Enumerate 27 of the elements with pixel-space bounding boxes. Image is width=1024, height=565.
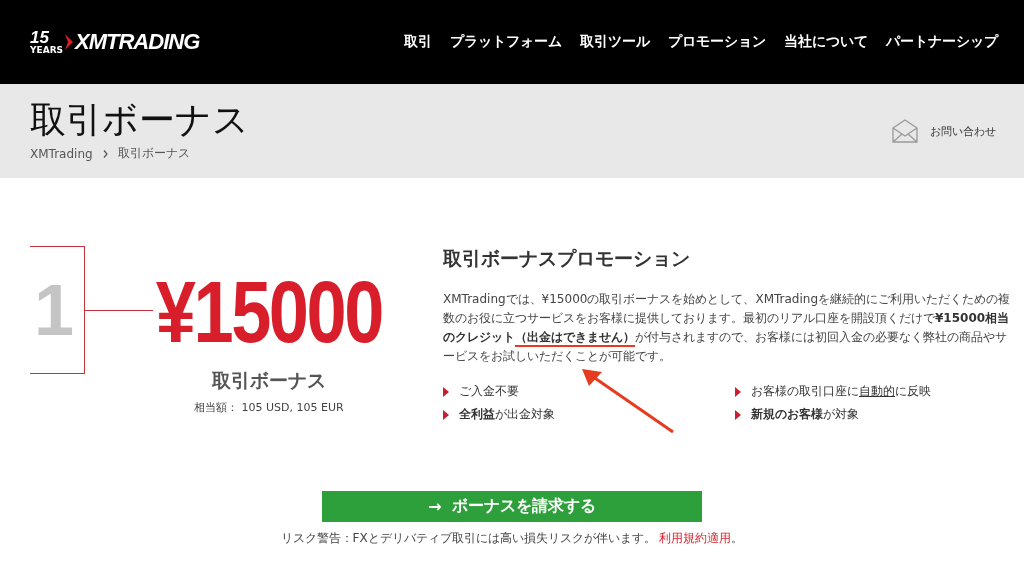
breadcrumb-link[interactable]: 取引ボーナス (117, 145, 190, 163)
nav-link[interactable]: パートナーシップ (886, 33, 998, 51)
promotion-title: 取引ボーナスプロモーション (443, 246, 691, 271)
step-number: 1 (34, 269, 75, 351)
feature-text: 全利益が出金対象 (459, 407, 555, 422)
promotion-description: XMTradingでは、¥15000の取引ボーナスを始めとして、XMTradingを継続的にご利用いただくための複数のお役に立つサービスをお客様に提供しております。最初のリアル口座を開設頂くだけで¥15000相当のクレジット（出金はできません）が付与されますので、お客様には初回入金の必要なく弊社の商品やサービスをお試しいただくことが可能です。 (443, 291, 1011, 365)
nav-link[interactable]: 取引ツール (580, 33, 650, 51)
bonus-label: 取引ボーナス (211, 368, 326, 393)
bonus-amount: ¥15000 (155, 268, 382, 356)
nav-link[interactable]: 取引 (404, 33, 432, 51)
logo-years-number: 15 (30, 29, 49, 46)
feature-link[interactable]: 自動的 (859, 384, 895, 398)
nav-link[interactable]: 当社について (784, 33, 868, 51)
feature-text: ご入金不要 (459, 384, 519, 399)
terms-link[interactable]: 利用規約適用 (659, 531, 732, 545)
contact-link[interactable]: お問い合わせ (892, 119, 996, 143)
page-title: 取引ボーナス (30, 99, 249, 140)
feature-text: 新規のお客様が対象 (751, 407, 859, 422)
breadcrumb-link[interactable]: XMTrading (30, 146, 93, 161)
logo-years-label: YEARS (30, 46, 64, 55)
risk-warning-end: 。 (731, 531, 744, 545)
nav-link[interactable]: プラットフォーム (450, 33, 562, 51)
nav-link[interactable]: プロモーション (668, 33, 766, 51)
logo-wordmark: XMTRADING (75, 29, 200, 55)
feature-text: お客様の取引口座に自動的に反映 (751, 384, 931, 399)
risk-warning: リスク警告：FXとデリバティブ取引には高い損失リスクが伴います。 (280, 531, 656, 545)
equivalent-amount: 相当額： 105 USD, 105 EUR (194, 400, 344, 415)
